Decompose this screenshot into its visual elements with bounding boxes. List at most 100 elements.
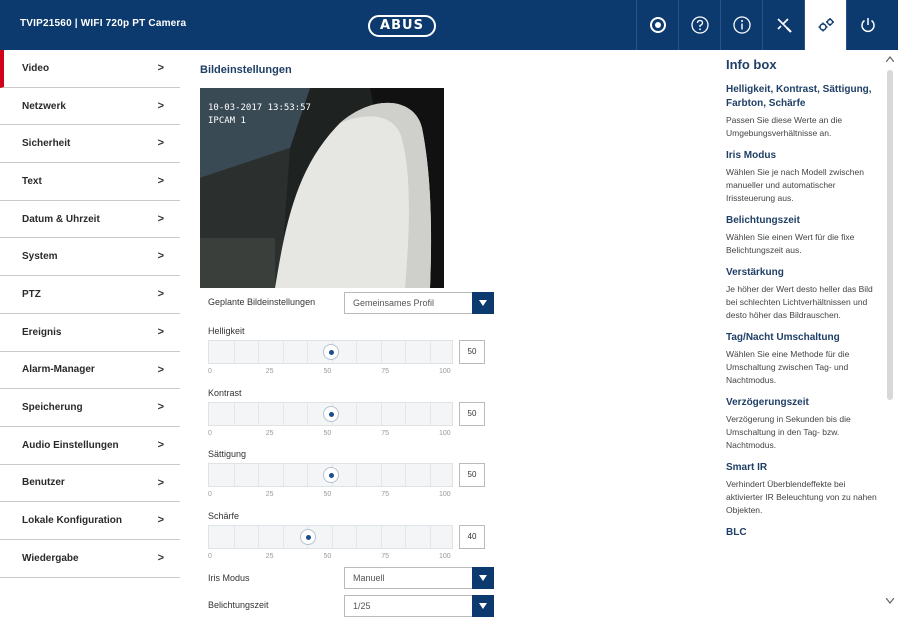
scale-mark: 25	[265, 553, 274, 560]
info-box-title: Info box	[726, 57, 777, 72]
slider-tick	[282, 341, 284, 363]
scroll-up-icon[interactable]	[885, 55, 895, 63]
info-text: Wählen Sie eine Methode für die Umschalt…	[726, 349, 850, 385]
kontrast-value[interactable]: 50	[459, 402, 485, 426]
sidebar-item-label: Wiedergabe	[22, 552, 79, 564]
sidebar-item-audio[interactable]: Audio Einstellungen >	[0, 427, 180, 465]
dropdown-button[interactable]	[472, 292, 494, 314]
chevron-right-icon: >	[157, 212, 164, 225]
camera-lens-icon	[649, 17, 666, 33]
scale-mark: 75	[381, 430, 390, 437]
slider-tick	[429, 464, 431, 486]
scale-mark: 75	[381, 368, 390, 375]
chevron-right-icon: >	[157, 401, 164, 414]
schaerfe-value[interactable]: 40	[459, 525, 485, 549]
slider-tick	[429, 341, 431, 363]
helligkeit-slider[interactable]	[208, 340, 453, 364]
sidebar-item-ereignis[interactable]: Ereignis >	[0, 314, 180, 352]
sidebar-item-label: Lokale Konfiguration	[22, 515, 122, 527]
device-title: TVIP21560 | WIFI 720p PT Camera	[20, 18, 187, 29]
sidebar-item-datum-uhrzeit[interactable]: Datum & Uhrzeit >	[0, 201, 180, 239]
sidebar-item-label: Benutzer	[22, 477, 65, 489]
abus-logo[interactable]: ABUS	[368, 15, 436, 37]
top-icon-bar	[636, 0, 888, 50]
sidebar-item-text[interactable]: Text >	[0, 163, 180, 201]
logout-button[interactable]	[846, 0, 888, 50]
scroll-down-icon[interactable]	[885, 597, 895, 605]
slider-tick	[405, 526, 406, 548]
live-view-button[interactable]	[636, 0, 678, 50]
help-icon	[690, 16, 709, 34]
sidebar-item-label: Speicherung	[22, 402, 83, 414]
saettigung-value[interactable]: 50	[459, 463, 485, 487]
settings-button[interactable]	[804, 0, 846, 50]
helligkeit-value[interactable]: 50	[459, 340, 485, 364]
tools-button[interactable]	[762, 0, 804, 50]
chevron-right-icon: >	[157, 325, 164, 338]
sidebar-item-system[interactable]: System >	[0, 238, 180, 277]
sidebar-item-wiedergabe[interactable]: Wiedergabe >	[0, 540, 180, 578]
dropdown-button[interactable]	[472, 567, 494, 589]
slider-tick	[282, 526, 284, 548]
sidebar-item-alarm-manager[interactable]: Alarm-Manager >	[0, 352, 180, 390]
slider-tick	[356, 341, 357, 363]
chevron-right-icon: >	[157, 62, 164, 74]
sidebar-item-netzwerk[interactable]: Netzwerk >	[0, 88, 180, 126]
scale-mark: 0	[208, 553, 212, 560]
info-box: Info box Helligkeit, Kontrast, Sättigung…	[720, 50, 888, 617]
help-button[interactable]	[678, 0, 720, 50]
sidebar-item-label: Text	[22, 175, 42, 187]
power-icon	[860, 18, 875, 33]
slider-thumb[interactable]	[322, 344, 339, 360]
slider-thumb[interactable]	[322, 406, 339, 422]
slider-tick	[429, 403, 431, 425]
scale-mark: 100	[439, 368, 451, 375]
schaerfe-slider[interactable]	[208, 525, 453, 549]
osd-datetime: 10-03-2017 13:53:57	[208, 103, 311, 113]
slider-label-kontrast: Kontrast	[208, 388, 242, 398]
iris-mode-select[interactable]: Manuell	[344, 567, 494, 589]
info-button[interactable]	[720, 0, 762, 50]
slider-tick	[380, 526, 382, 548]
sidebar-item-label: Alarm-Manager	[22, 364, 95, 376]
slider-tick	[380, 464, 382, 486]
slider-tick	[405, 464, 406, 486]
chevron-right-icon: >	[157, 137, 164, 150]
scheduled-settings-value: Gemeinsames Profil	[353, 298, 435, 308]
sidebar-item-video[interactable]: Video >	[0, 50, 180, 88]
slider-tick	[233, 341, 235, 363]
sidebar-item-sicherheit[interactable]: Sicherheit >	[0, 125, 180, 164]
sidebar-item-ptz[interactable]: PTZ >	[0, 276, 180, 314]
settings-sidebar: Video > Netzwerk > Sicherheit > Text > Datum…	[0, 50, 180, 617]
slider-label-saettigung: Sättigung	[208, 449, 247, 459]
info-box-scrollbar[interactable]	[884, 55, 896, 610]
slider-tick	[282, 403, 284, 425]
slider-thumb[interactable]	[299, 529, 316, 545]
info-text: Verhindert Überblendeffekte bei aktivier…	[726, 479, 877, 515]
chevron-right-icon: >	[157, 288, 164, 301]
dropdown-button[interactable]	[472, 595, 494, 617]
sidebar-item-label: Audio Einstellungen	[22, 439, 119, 451]
kontrast-slider[interactable]	[208, 402, 453, 426]
iris-mode-value: Manuell	[353, 573, 385, 583]
scale-mark: 75	[381, 491, 390, 498]
slider-tick	[356, 464, 357, 486]
info-heading: Smart IR	[726, 462, 768, 473]
exposure-time-select[interactable]: 1/25	[344, 595, 494, 617]
chevron-down-icon	[479, 603, 487, 609]
top-bar: TVIP21560 | WIFI 720p PT Camera ABUS	[0, 0, 898, 50]
scrollbar-thumb[interactable]	[887, 70, 893, 400]
scheduled-settings-select[interactable]: Gemeinsames Profil	[344, 292, 494, 314]
sidebar-item-benutzer[interactable]: Benutzer >	[0, 465, 180, 503]
slider-thumb[interactable]	[322, 467, 339, 483]
scale-mark: 50	[323, 491, 332, 498]
info-heading: Verstärkung	[726, 267, 784, 278]
slider-tick	[356, 526, 357, 548]
sidebar-item-speicherung[interactable]: Speicherung >	[0, 389, 180, 427]
iris-mode-label: Iris Modus	[208, 573, 250, 583]
osd-camera-name: IPCAM 1	[208, 116, 246, 126]
sidebar-item-lokale-konfiguration[interactable]: Lokale Konfiguration >	[0, 502, 180, 540]
sidebar-item-label: Datum & Uhrzeit	[22, 213, 100, 225]
saettigung-slider[interactable]	[208, 463, 453, 487]
chevron-down-icon	[479, 300, 487, 306]
